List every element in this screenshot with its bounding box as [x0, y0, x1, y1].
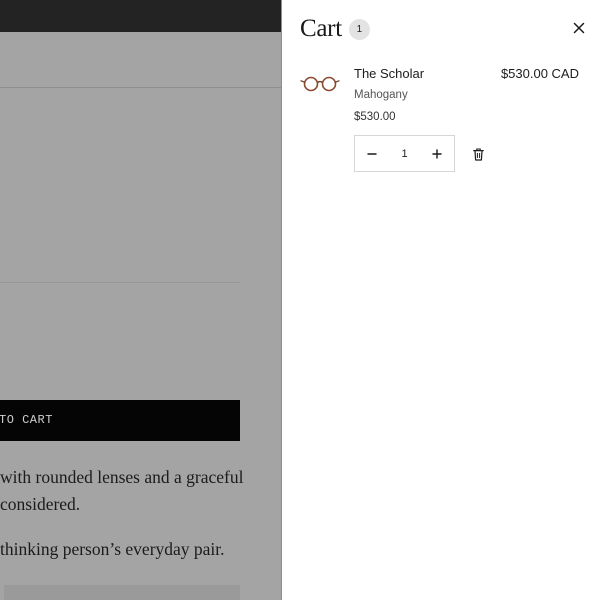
cart-line-item: The Scholar Mahogany $530.00 $530.00 CAD…	[300, 62, 584, 182]
cart-title: Cart	[300, 15, 342, 42]
description-line: considered.	[0, 494, 81, 514]
minus-icon	[367, 152, 377, 155]
cart-count-badge: 1	[348, 18, 370, 40]
cart-header: Cart 1	[300, 14, 370, 44]
close-button[interactable]	[572, 21, 586, 35]
product-description-secondary: thinking person’s everyday pair.	[0, 539, 225, 559]
product-thumbnail[interactable]	[300, 70, 340, 96]
increase-quantity-button[interactable]	[420, 136, 454, 171]
trash-icon	[472, 147, 484, 161]
eyeglasses-icon	[300, 76, 340, 92]
item-name[interactable]: The Scholar	[354, 66, 424, 81]
product-description: with rounded lenses and a graceful consi…	[0, 464, 260, 518]
item-unit-price: $530.00	[354, 111, 396, 123]
remove-item-button[interactable]	[471, 146, 485, 162]
divider	[0, 282, 240, 283]
close-icon	[573, 22, 585, 34]
description-line: with rounded lenses and a graceful	[0, 467, 244, 487]
cart-drawer: Cart 1 The Scholar Mahogany $530.00 $530…	[281, 0, 600, 600]
quantity-value[interactable]: 1	[389, 148, 420, 160]
item-line-total: $530.00 CAD	[500, 66, 579, 81]
quantity-stepper: 1	[354, 135, 455, 172]
add-to-cart-button[interactable]: TO CART	[0, 400, 240, 441]
item-variant: Mahogany	[354, 89, 408, 101]
decrease-quantity-button[interactable]	[355, 136, 389, 171]
plus-icon	[432, 148, 442, 159]
product-option-box[interactable]	[4, 585, 240, 600]
